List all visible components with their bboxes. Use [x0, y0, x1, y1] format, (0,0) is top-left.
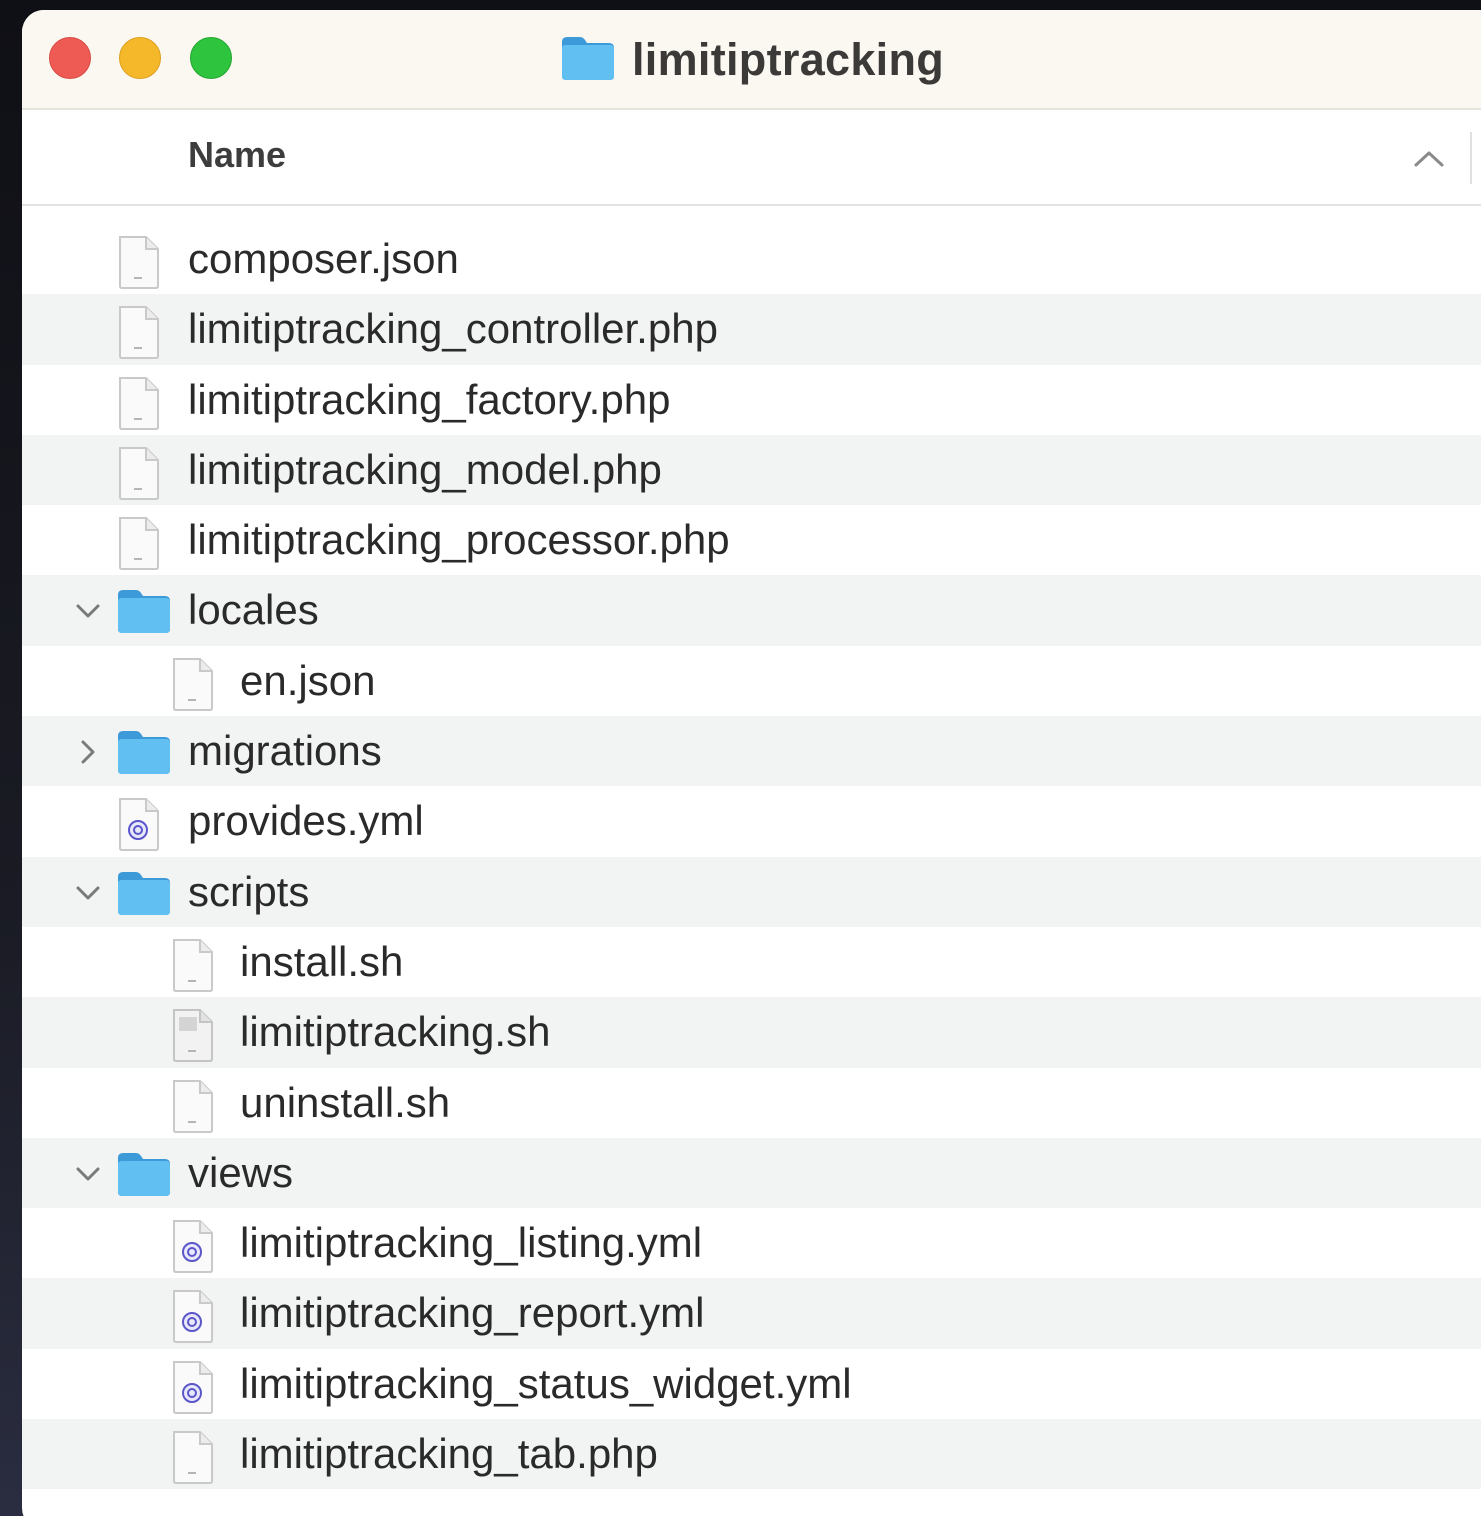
folder-icon — [116, 728, 172, 781]
item-name: uninstall.sh — [240, 1078, 451, 1126]
document-icon — [116, 515, 162, 576]
script-file-icon — [170, 1007, 216, 1068]
column-divider[interactable] — [1470, 132, 1472, 184]
item-name: limitiptracking_tab.php — [240, 1430, 658, 1478]
item-name: limitiptracking_listing.yml — [240, 1219, 703, 1267]
chevron-down-icon[interactable] — [74, 597, 102, 625]
title-bar[interactable]: limitiptracking — [22, 10, 1481, 110]
close-button[interactable] — [49, 37, 91, 79]
file-row[interactable]: limitiptracking_model.php — [22, 434, 1481, 506]
zoom-button[interactable] — [190, 37, 232, 79]
item-name: scripts — [188, 867, 310, 915]
minimize-button[interactable] — [119, 37, 161, 79]
file-row[interactable]: limitiptracking_listing.yml — [22, 1208, 1481, 1278]
item-name: en.json — [240, 656, 376, 704]
document-icon — [116, 234, 162, 295]
file-row[interactable]: limitiptracking_tab.php — [22, 1419, 1481, 1490]
folder-icon — [116, 1150, 172, 1203]
item-name: composer.json — [188, 235, 459, 282]
yaml-file-icon — [170, 1288, 216, 1349]
file-row[interactable]: composer.json — [22, 224, 1481, 294]
window-title: limitiptracking — [560, 32, 944, 88]
file-row[interactable]: provides.yml — [22, 786, 1481, 856]
item-name: limitiptracking_model.php — [188, 445, 662, 493]
document-icon — [170, 1078, 216, 1139]
document-icon — [116, 445, 162, 506]
item-name: limitiptracking_report.yml — [240, 1289, 705, 1337]
folder-row[interactable]: migrations — [22, 716, 1481, 787]
file-row[interactable]: limitiptracking_factory.php — [22, 365, 1481, 435]
chevron-down-icon[interactable] — [74, 879, 102, 907]
file-row[interactable]: en.json — [22, 646, 1481, 716]
file-row[interactable]: limitiptracking_controller.php — [22, 294, 1481, 365]
name-column-header[interactable]: Name — [188, 134, 286, 176]
document-icon — [170, 656, 216, 717]
item-name: limitiptracking_controller.php — [188, 305, 718, 353]
column-header[interactable]: Name — [22, 110, 1481, 206]
folder-row[interactable]: views — [22, 1137, 1481, 1209]
yaml-file-icon — [170, 1359, 216, 1420]
item-name: limitiptracking.sh — [240, 1008, 551, 1056]
item-name: limitiptracking_factory.php — [188, 375, 671, 423]
file-list: composer.json limitiptracking_controller… — [22, 224, 1481, 1490]
item-name: install.sh — [240, 937, 404, 985]
item-name: provides.yml — [188, 797, 424, 845]
file-row[interactable]: install.sh — [22, 927, 1481, 997]
file-row[interactable]: limitiptracking_status_widget.yml — [22, 1349, 1481, 1419]
file-row[interactable]: limitiptracking.sh — [22, 997, 1481, 1068]
file-row[interactable]: limitiptracking_report.yml — [22, 1278, 1481, 1349]
document-icon — [116, 375, 162, 436]
document-icon — [170, 937, 216, 998]
folder-row[interactable]: locales — [22, 575, 1481, 646]
item-name: limitiptracking_status_widget.yml — [240, 1359, 852, 1407]
item-name: views — [188, 1148, 294, 1196]
finder-window: limitiptracking Name composer.json limit… — [22, 10, 1481, 1516]
chevron-down-icon[interactable] — [74, 1160, 102, 1188]
folder-icon — [116, 587, 172, 640]
document-icon — [170, 1429, 216, 1490]
yaml-file-icon — [116, 796, 162, 857]
folder-row[interactable]: scripts — [22, 856, 1481, 927]
chevron-up-icon[interactable] — [1412, 148, 1446, 173]
item-name: locales — [188, 586, 319, 634]
item-name: migrations — [188, 727, 382, 775]
file-row[interactable]: uninstall.sh — [22, 1068, 1481, 1138]
file-row[interactable]: limitiptracking_processor.php — [22, 505, 1481, 575]
document-icon — [116, 304, 162, 365]
window-title-text: limitiptracking — [632, 34, 945, 85]
folder-icon — [560, 34, 616, 87]
yaml-file-icon — [170, 1218, 216, 1279]
chevron-right-icon[interactable] — [74, 738, 102, 766]
folder-icon — [116, 869, 172, 922]
item-name: limitiptracking_processor.php — [188, 516, 730, 564]
